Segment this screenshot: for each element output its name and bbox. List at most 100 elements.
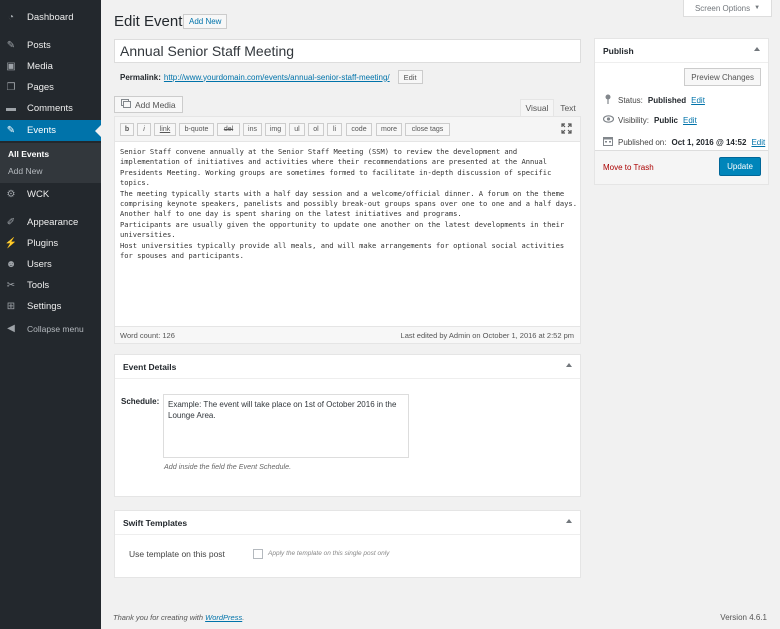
permalink-label: Permalink: [120, 72, 161, 82]
status-edit-link[interactable]: Edit [691, 96, 705, 105]
publish-box: Publish Preview Changes Status: Publishe… [594, 38, 769, 185]
tab-text[interactable]: Text [556, 99, 580, 116]
calendar-icon [603, 136, 613, 148]
published-on-row: Published on: Oct 1, 2016 @ 14:52 Edit [603, 136, 765, 148]
sidebar-item-label: Users [27, 259, 52, 270]
preview-changes-button[interactable]: Preview Changes [684, 68, 761, 86]
quicktag-ul[interactable]: ul [289, 123, 305, 136]
schedule-description: Add inside the field the Event Schedule. [164, 462, 292, 471]
quicktag-ins[interactable]: ins [243, 123, 262, 136]
move-to-trash-link[interactable]: Move to Trash [603, 163, 654, 172]
sidebar-item-collapse-menu[interactable]: ◀ Collapse menu [0, 318, 101, 339]
quicktag-link[interactable]: link [154, 123, 176, 136]
quicktag-li[interactable]: li [327, 123, 342, 136]
quicktag-b[interactable]: b [120, 123, 134, 136]
status-label: Status: [618, 95, 643, 105]
quicktag-img[interactable]: img [265, 123, 286, 136]
publish-header[interactable]: Publish [595, 39, 768, 63]
sidebar-item-wck[interactable]: ⚙ WCK [0, 184, 101, 205]
submenu-all-events[interactable]: All Events [8, 149, 49, 159]
wrench-icon: ✂ [6, 280, 16, 291]
template-checkbox[interactable] [253, 549, 263, 559]
sidebar-item-label: Comments [27, 103, 73, 114]
event-details-title: Event Details [123, 361, 177, 372]
quicktag-code[interactable]: code [346, 123, 372, 136]
footer-thanks-text: Thank you for creating with [113, 613, 204, 622]
quicktag-ol[interactable]: ol [308, 123, 324, 136]
swift-templates-title: Swift Templates [123, 517, 188, 528]
editor: b i link b-quote del ins img ul ol li co… [114, 116, 581, 344]
editor-content[interactable]: Senior Staff convene annually at the Sen… [120, 147, 578, 261]
sidebar-item-label: Pages [27, 82, 54, 93]
visibility-edit-link[interactable]: Edit [683, 116, 697, 125]
pin-icon [603, 94, 613, 106]
sidebar-item-label: Posts [27, 40, 51, 51]
permalink-row: Permalink: http://www.yourdomain.com/eve… [120, 70, 423, 84]
wordpress-link[interactable]: WordPress [205, 613, 242, 622]
eye-icon [602, 115, 615, 125]
media-icon: ▣ [6, 61, 16, 72]
sidebar-item-users[interactable]: ☻ Users [0, 254, 101, 275]
fullscreen-icon[interactable] [561, 123, 572, 137]
permalink-edit-button[interactable]: Edit [397, 70, 423, 84]
swift-templates-header[interactable]: Swift Templates [115, 511, 580, 535]
footer-version: Version 4.6.1 [720, 613, 767, 622]
toggle-icon[interactable] [754, 47, 760, 51]
quicktag-b-quote[interactable]: b-quote [179, 123, 214, 136]
sidebar-item-label: Appearance [27, 217, 79, 228]
visibility-row: Visibility: Public Edit [602, 115, 697, 125]
sidebar-item-comments[interactable]: ▬ Comments [0, 98, 101, 119]
footer-thanks-suffix: . [242, 613, 245, 622]
publish-actions: Move to Trash Update [595, 150, 768, 184]
collapse-icon: ◀ [7, 323, 15, 334]
sidebar-item-label: Collapse menu [27, 323, 84, 334]
event-details-box: Event Details Schedule: Example: The eve… [114, 354, 581, 497]
sidebar-item-events[interactable]: ✎ Events [0, 120, 101, 141]
screen-options-label: Screen Options [694, 3, 751, 13]
plugin-icon: ⚡ [4, 238, 18, 249]
quicktag-close-tags[interactable]: close tags [405, 123, 450, 136]
published-edit-link[interactable]: Edit [751, 138, 765, 147]
quicktag-more[interactable]: more [376, 123, 402, 136]
brush-icon: ✐ [6, 217, 16, 228]
footer-thanks: Thank you for creating with WordPress. [113, 613, 244, 622]
sidebar-item-label: Dashboard [27, 12, 74, 23]
sidebar-item-label: Settings [27, 301, 62, 312]
event-details-header[interactable]: Event Details [115, 355, 580, 379]
sidebar-item-label: Events [27, 125, 57, 136]
sidebar-item-dashboard[interactable]: ◔ Dashboard [0, 7, 101, 28]
tab-visual[interactable]: Visual [520, 99, 554, 116]
chevron-down-icon: ▼ [754, 5, 761, 11]
page-title: Edit Event [114, 13, 183, 30]
post-title-input[interactable]: Annual Senior Staff Meeting [114, 39, 581, 63]
toggle-icon[interactable] [566, 363, 572, 367]
sidebar-item-posts[interactable]: ✎ Posts [0, 35, 101, 56]
add-media-button[interactable]: Add Media [114, 96, 183, 113]
quicktag-i[interactable]: i [137, 123, 151, 136]
sidebar-item-appearance[interactable]: ✐ Appearance [0, 212, 101, 233]
status-value: Published [647, 95, 687, 105]
editor-paragraph: Participants are usually given the oppor… [120, 219, 565, 240]
dashboard-icon: ◔ [7, 12, 15, 23]
publish-title: Publish [603, 45, 634, 56]
editor-status-bar: Word count: 126 Last edited by Admin on … [115, 326, 580, 343]
sidebar-item-settings[interactable]: ⊞ Settings [0, 296, 101, 317]
toggle-icon[interactable] [566, 519, 572, 523]
quicktag-del[interactable]: del [217, 123, 240, 136]
update-button[interactable]: Update [719, 157, 761, 176]
sidebar-item-tools[interactable]: ✂ Tools [0, 275, 101, 296]
published-label: Published on: [618, 137, 667, 147]
permalink-link[interactable]: http://www.yourdomain.com/events/annual-… [164, 73, 390, 82]
submenu-add-new[interactable]: Add New [8, 166, 43, 176]
schedule-textarea[interactable]: Example: The event will take place on 1s… [163, 394, 409, 458]
editor-paragraph: Senior Staff convene annually at the Sen… [120, 147, 552, 188]
screen-options-button[interactable]: Screen Options ▼ [683, 0, 772, 17]
sidebar-item-pages[interactable]: ❐ Pages [0, 77, 101, 98]
published-value: Oct 1, 2016 @ 14:52 [671, 137, 747, 147]
sidebar-item-plugins[interactable]: ⚡ Plugins [0, 233, 101, 254]
sidebar-item-media[interactable]: ▣ Media [0, 56, 101, 77]
visibility-label: Visibility: [618, 115, 649, 125]
events-submenu: All Events Add New [0, 143, 101, 183]
add-new-button[interactable]: Add New [183, 14, 228, 29]
editor-paragraph: Host universities typically provide all … [120, 240, 565, 261]
